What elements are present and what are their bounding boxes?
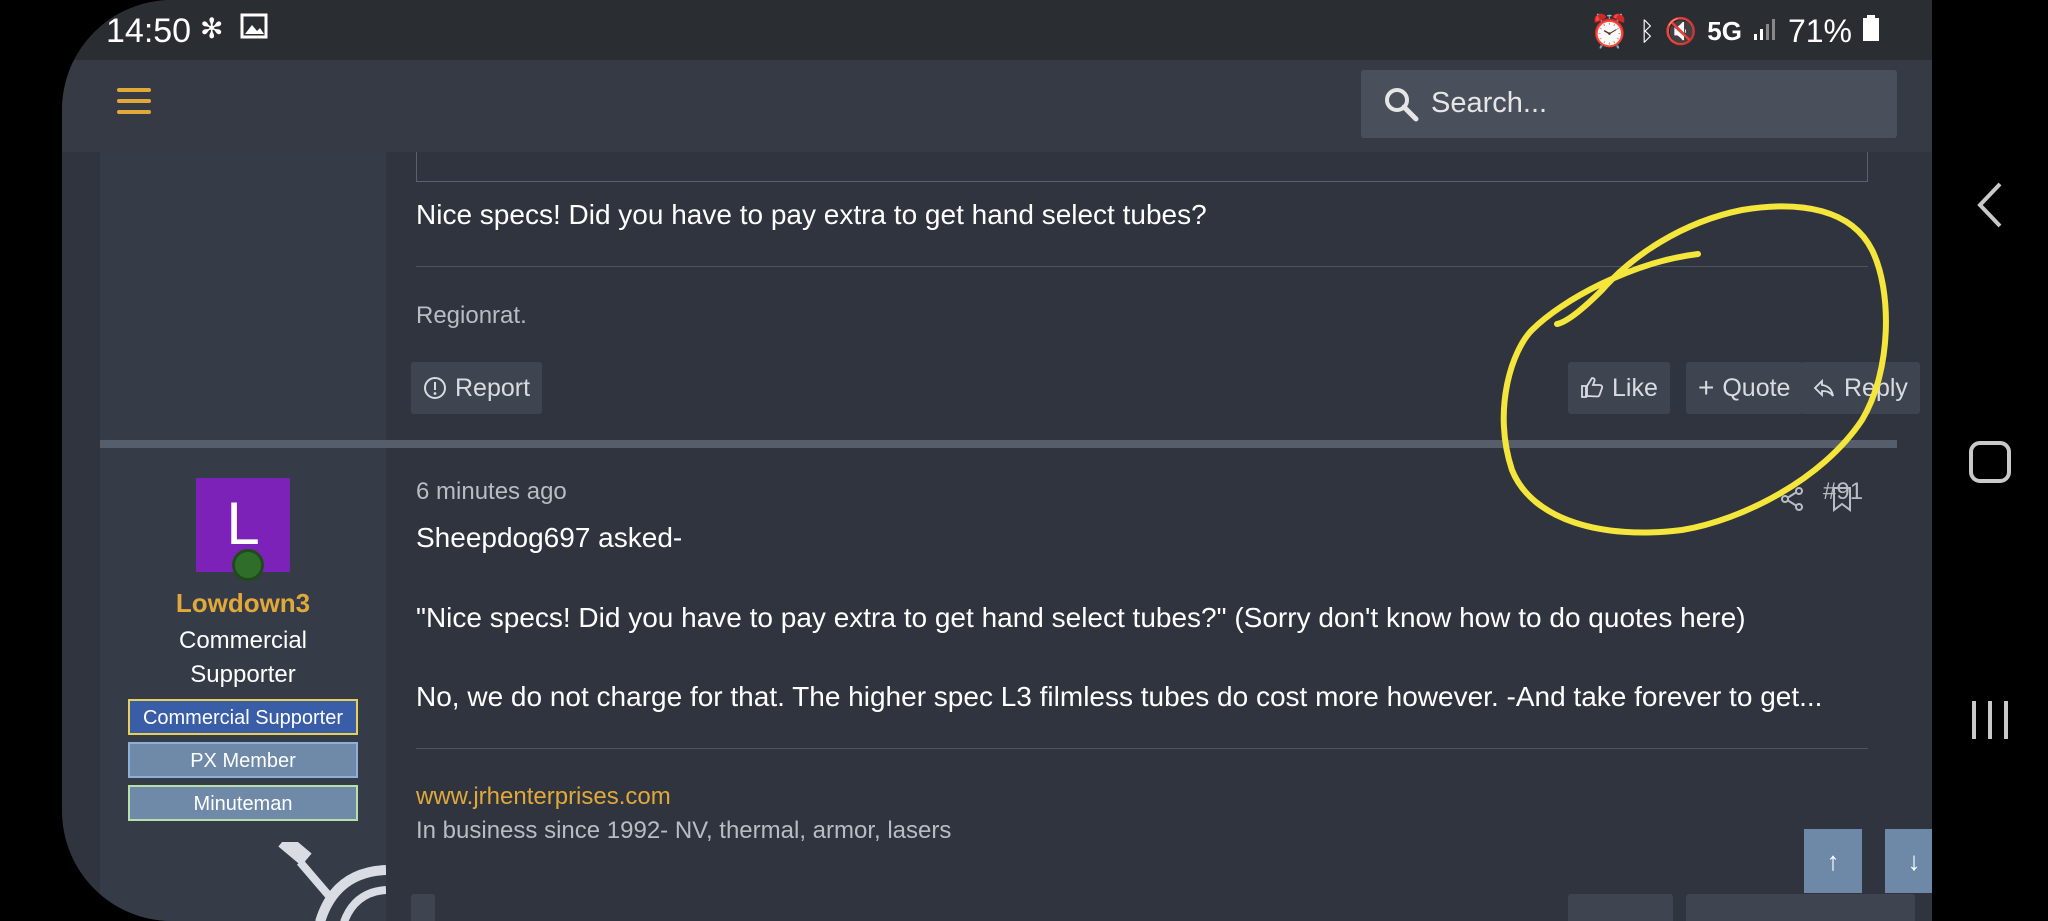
recents-button[interactable] [1932,698,2048,747]
recents-icon [1972,701,2008,739]
annotation-circle [1500,203,1889,536]
system-nav-rail [1932,0,2048,921]
chevron-left-icon [1977,182,2002,228]
home-button[interactable] [1932,440,2048,489]
home-square-icon [1969,441,2011,483]
phone-screen: 14:50 ✻ ⏰ ᛒ 🔇 5G 71% Search... Nice spec… [62,0,1932,921]
back-button[interactable] [1932,180,2048,235]
